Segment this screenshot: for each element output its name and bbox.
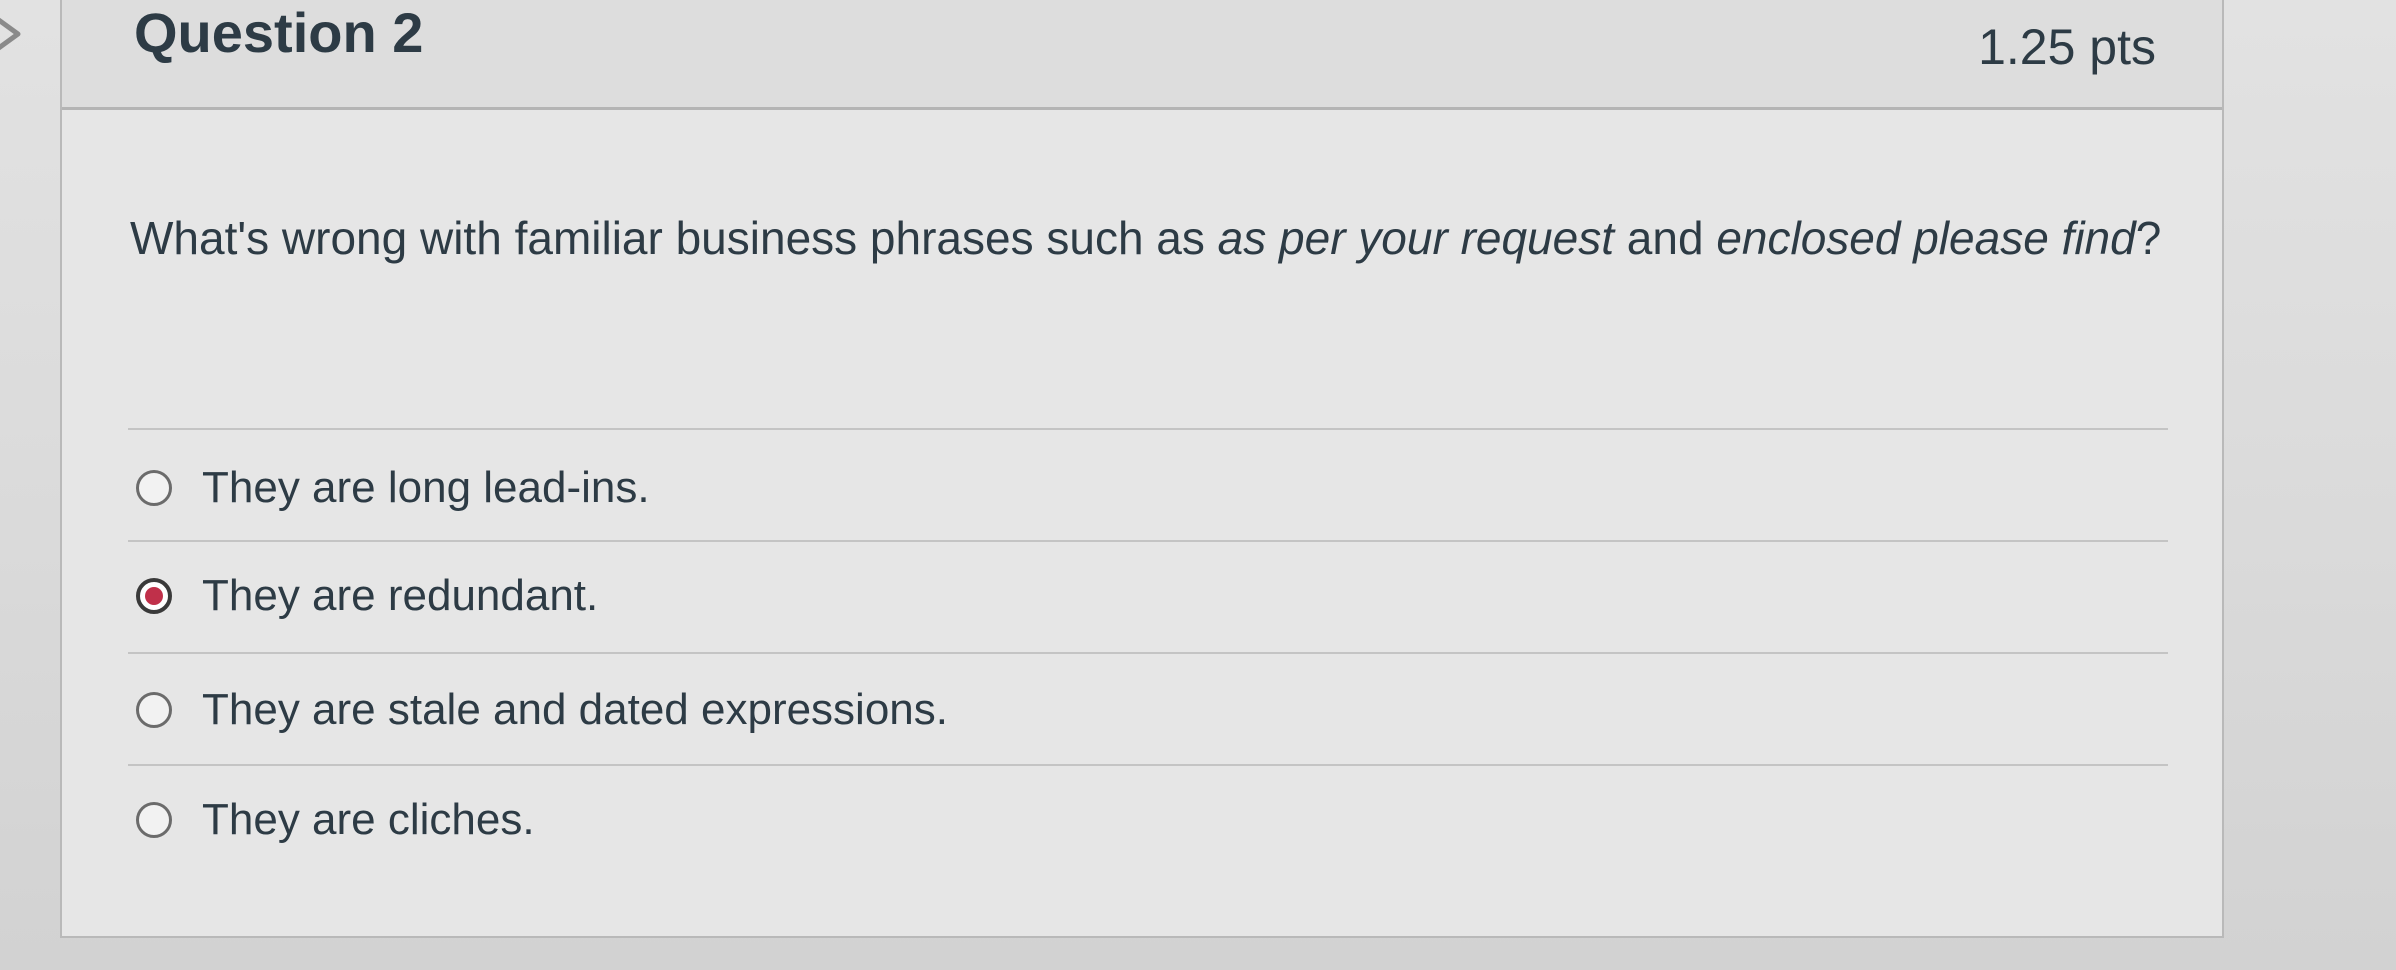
question-card: Question 2 1.25 pts What's wrong with fa… bbox=[60, 0, 2224, 938]
question-text-part: ? bbox=[2135, 212, 2162, 264]
radio-button-icon[interactable] bbox=[136, 692, 172, 728]
answer-divider bbox=[128, 764, 2168, 766]
chevron-right-icon[interactable] bbox=[0, 14, 32, 54]
answer-divider bbox=[128, 652, 2168, 654]
radio-button-icon[interactable] bbox=[136, 470, 172, 506]
answer-option-2[interactable]: They are redundant. bbox=[136, 566, 598, 626]
question-text-part: What's wrong with familiar business phra… bbox=[130, 212, 1218, 264]
answer-label: They are stale and dated expressions. bbox=[202, 685, 949, 734]
question-text-part: and bbox=[1614, 212, 1717, 264]
answer-divider bbox=[128, 540, 2168, 542]
answer-label: They are long lead-ins. bbox=[202, 463, 650, 512]
question-points: 1.25 pts bbox=[1978, 19, 2156, 75]
answer-option-3[interactable]: They are stale and dated expressions. bbox=[136, 680, 948, 740]
answer-option-1[interactable]: They are long lead-ins. bbox=[136, 458, 650, 518]
question-phrase-as-per-your-request: as per your request bbox=[1217, 212, 1614, 264]
radio-button-selected-icon[interactable] bbox=[136, 578, 172, 614]
question-title: Question 2 bbox=[134, 1, 424, 64]
quiz-page: Question 2 1.25 pts What's wrong with fa… bbox=[0, 0, 2396, 970]
question-text: What's wrong with familiar business phra… bbox=[130, 202, 2190, 274]
answer-label: They are cliches. bbox=[202, 795, 535, 844]
answer-option-4[interactable]: They are cliches. bbox=[136, 790, 535, 850]
question-header: Question 2 1.25 pts bbox=[62, 0, 2222, 110]
answers-top-divider bbox=[128, 428, 2168, 430]
question-phrase-enclosed-please-find: enclosed please find bbox=[1716, 212, 2136, 264]
answer-label: They are redundant. bbox=[202, 571, 599, 620]
radio-button-icon[interactable] bbox=[136, 802, 172, 838]
